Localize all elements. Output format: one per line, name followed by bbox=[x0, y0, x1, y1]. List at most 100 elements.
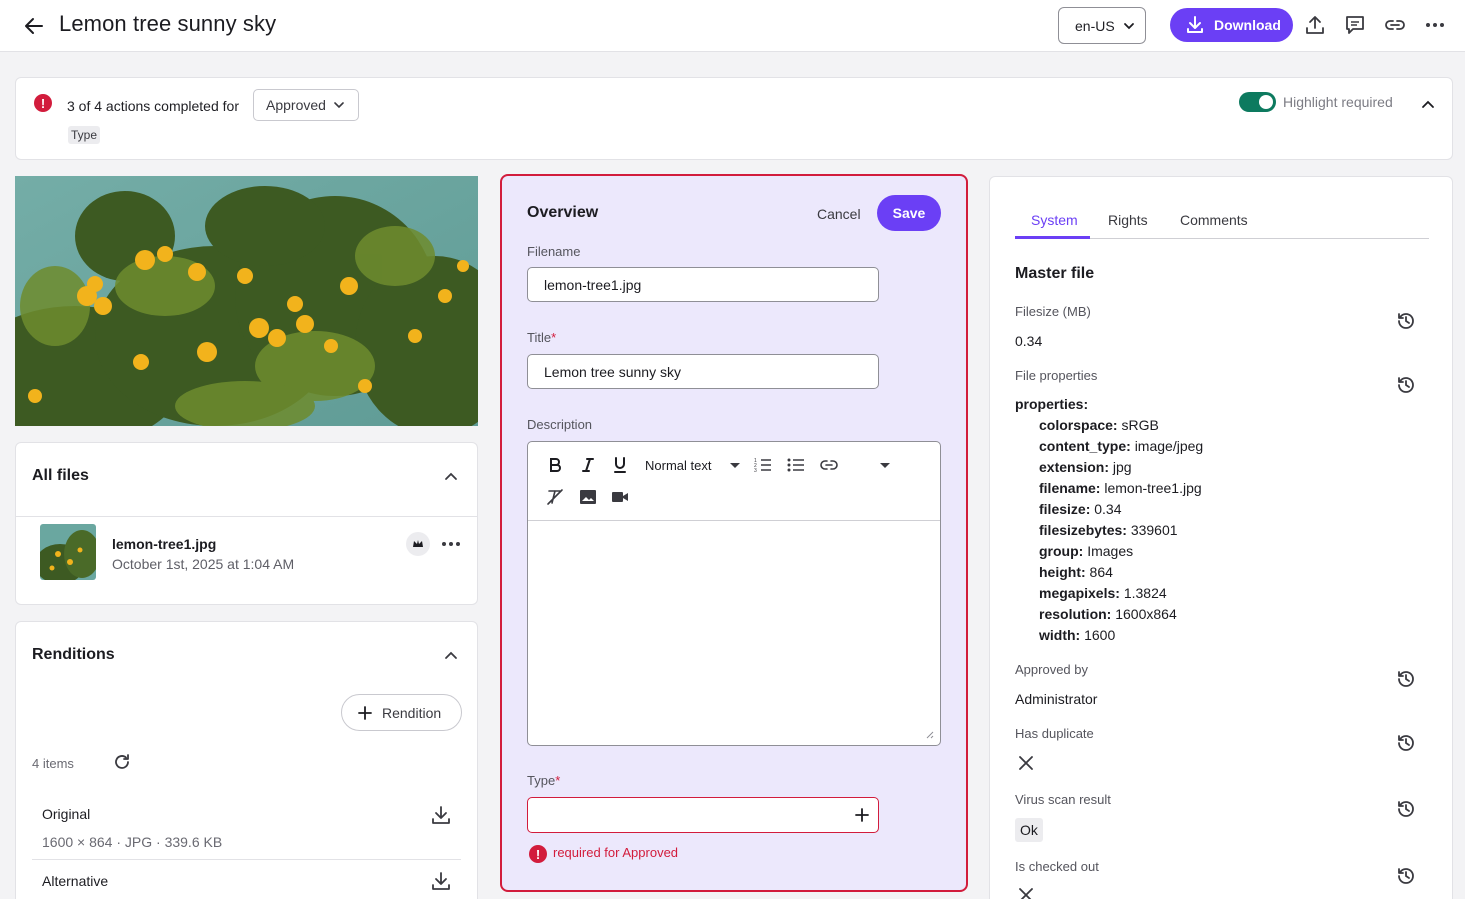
download-icon[interactable] bbox=[430, 804, 452, 826]
plus-icon[interactable] bbox=[855, 808, 869, 822]
editor-toolbar: Normal text 123 bbox=[528, 442, 940, 521]
download-button[interactable]: Download bbox=[1170, 8, 1293, 42]
property-row: filesizebytes: 339601 bbox=[1039, 522, 1178, 538]
comment-icon[interactable] bbox=[1344, 14, 1366, 36]
type-label: Type* bbox=[527, 773, 561, 788]
properties-heading: properties: bbox=[1015, 396, 1089, 412]
overview-form: Overview Cancel Save Filename lemon-tree… bbox=[500, 174, 968, 892]
approved-by-value: Administrator bbox=[1015, 691, 1098, 707]
title-input[interactable]: Lemon tree sunny sky bbox=[527, 354, 879, 389]
file-date: October 1st, 2025 at 1:04 AM bbox=[112, 556, 295, 572]
section-title: Master file bbox=[1015, 265, 1095, 282]
chevron-up-icon[interactable] bbox=[444, 469, 458, 483]
divider bbox=[16, 516, 477, 517]
property-row: width: 1600 bbox=[1039, 627, 1116, 643]
property-row: extension: jpg bbox=[1039, 459, 1132, 475]
history-icon[interactable] bbox=[1395, 374, 1417, 396]
close-icon bbox=[1019, 888, 1033, 899]
title-value: Lemon tree sunny sky bbox=[544, 363, 681, 380]
properties-list: colorspace: sRGB content_type: image/jpe… bbox=[1039, 417, 1203, 648]
locale-select[interactable]: en-US bbox=[1058, 7, 1146, 44]
video-icon[interactable] bbox=[611, 488, 629, 506]
property-row: colorspace: sRGB bbox=[1039, 417, 1159, 433]
tab-rights[interactable]: Rights bbox=[1108, 212, 1148, 228]
text-style-select[interactable]: Normal text bbox=[645, 458, 711, 473]
bold-icon[interactable] bbox=[546, 456, 564, 474]
property-row: resolution: 1600x864 bbox=[1039, 606, 1177, 622]
tab-system[interactable]: System bbox=[1031, 212, 1078, 228]
file-thumbnail[interactable] bbox=[40, 524, 96, 580]
file-properties-label: File properties bbox=[1015, 368, 1098, 383]
renditions-title: Renditions bbox=[32, 646, 115, 663]
link-icon[interactable] bbox=[1384, 14, 1406, 36]
more-options-icon[interactable] bbox=[1424, 14, 1446, 36]
rendition-name: Original bbox=[42, 806, 91, 822]
more-options-icon[interactable] bbox=[440, 534, 462, 554]
save-button[interactable]: Save bbox=[877, 195, 941, 231]
renditions-card: Renditions Rendition 4 items Original 16… bbox=[15, 621, 478, 899]
clear-formatting-icon[interactable] bbox=[546, 488, 564, 506]
numbered-list-icon[interactable]: 123 bbox=[754, 456, 772, 474]
description-textarea[interactable] bbox=[528, 522, 940, 745]
caret-down-icon[interactable] bbox=[726, 456, 744, 474]
history-icon[interactable] bbox=[1395, 732, 1417, 754]
add-rendition-label: Rendition bbox=[382, 704, 442, 721]
caret-down-icon[interactable] bbox=[876, 456, 894, 474]
tab-comments[interactable]: Comments bbox=[1180, 212, 1248, 228]
virus-scan-label: Virus scan result bbox=[1015, 792, 1111, 807]
rendition-name: Alternative bbox=[42, 873, 109, 889]
italic-icon[interactable] bbox=[579, 456, 597, 474]
type-input[interactable] bbox=[527, 797, 879, 833]
history-icon[interactable] bbox=[1395, 865, 1417, 887]
description-editor: Normal text 123 bbox=[527, 441, 941, 746]
property-row: group: Images bbox=[1039, 543, 1134, 559]
asset-preview-image[interactable] bbox=[15, 176, 478, 426]
divider bbox=[32, 859, 461, 860]
highlight-required-toggle[interactable] bbox=[1239, 92, 1276, 112]
property-row: content_type: image/jpeg bbox=[1039, 438, 1204, 454]
checked-out-label: Is checked out bbox=[1015, 859, 1099, 874]
underline-icon[interactable] bbox=[611, 456, 629, 474]
chevron-down-icon bbox=[334, 100, 344, 110]
history-icon[interactable] bbox=[1395, 668, 1417, 690]
has-duplicate-label: Has duplicate bbox=[1015, 726, 1094, 741]
master-file-crown-icon[interactable] bbox=[406, 532, 430, 556]
title-label: Title* bbox=[527, 330, 557, 345]
chevron-up-icon[interactable] bbox=[1421, 97, 1435, 111]
locale-value: en-US bbox=[1075, 17, 1115, 34]
workflow-state-value: Approved bbox=[266, 97, 326, 113]
history-icon[interactable] bbox=[1395, 310, 1417, 332]
chevron-up-icon[interactable] bbox=[444, 648, 458, 662]
file-name[interactable]: lemon-tree1.jpg bbox=[112, 536, 216, 552]
all-files-title: All files bbox=[32, 467, 89, 484]
property-row: filename: lemon-tree1.jpg bbox=[1039, 480, 1202, 496]
approved-by-label: Approved by bbox=[1015, 662, 1088, 677]
download-icon[interactable] bbox=[430, 870, 452, 892]
workflow-state-select[interactable]: Approved bbox=[253, 89, 359, 121]
history-icon[interactable] bbox=[1395, 798, 1417, 820]
property-row: megapixels: 1.3824 bbox=[1039, 585, 1167, 601]
items-count: 4 items bbox=[32, 756, 74, 771]
refresh-icon[interactable] bbox=[113, 753, 131, 771]
pending-action-chip[interactable]: Type bbox=[68, 126, 101, 144]
property-row: filesize: 0.34 bbox=[1039, 501, 1122, 517]
plus-icon bbox=[358, 705, 372, 720]
download-label: Download bbox=[1214, 17, 1281, 33]
add-rendition-button[interactable]: Rendition bbox=[341, 694, 462, 731]
image-icon[interactable] bbox=[579, 488, 597, 506]
actions-summary: 3 of 4 actions completed for bbox=[67, 98, 239, 114]
top-header: Lemon tree sunny sky en-US Download bbox=[0, 0, 1465, 52]
upload-icon[interactable] bbox=[1304, 14, 1326, 36]
filename-input[interactable]: lemon-tree1.jpg bbox=[527, 267, 879, 302]
filesize-value: 0.34 bbox=[1015, 333, 1043, 349]
link-icon[interactable] bbox=[820, 456, 838, 474]
bullet-list-icon[interactable] bbox=[787, 456, 805, 474]
download-icon bbox=[1185, 15, 1205, 35]
filename-label: Filename bbox=[527, 244, 581, 259]
workflow-status-card: ! 3 of 4 actions completed for Approved … bbox=[15, 77, 1453, 160]
form-title: Overview bbox=[527, 204, 599, 221]
resize-handle-icon[interactable] bbox=[924, 729, 934, 739]
filesize-label: Filesize (MB) bbox=[1015, 304, 1091, 319]
back-arrow-icon[interactable] bbox=[22, 14, 46, 38]
cancel-button[interactable]: Cancel bbox=[817, 206, 861, 222]
